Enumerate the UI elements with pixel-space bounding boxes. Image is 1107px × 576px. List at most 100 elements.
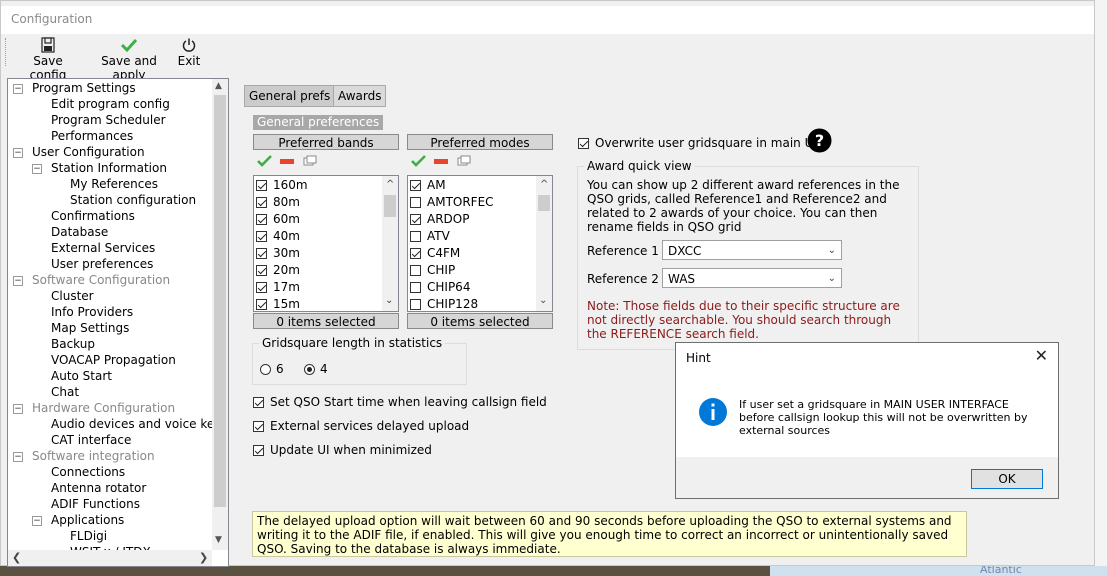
tree-item[interactable]: Chat xyxy=(51,384,79,400)
tree-item[interactable]: User preferences xyxy=(51,256,153,272)
list-item[interactable]: 80m xyxy=(256,194,300,211)
list-item[interactable]: AM xyxy=(410,177,446,194)
modes-scroll-thumb[interactable] xyxy=(538,195,550,211)
tree-item[interactable]: Performances xyxy=(51,128,133,144)
collapse-icon[interactable]: − xyxy=(13,404,23,414)
collapse-icon[interactable]: − xyxy=(32,516,42,526)
select-window-icon[interactable] xyxy=(303,155,317,167)
tree-item[interactable]: Applications xyxy=(51,512,124,528)
reference-1-select[interactable]: DXCC ⌄ xyxy=(662,240,842,260)
check-all-icon[interactable] xyxy=(410,154,428,168)
tree-item[interactable]: Info Providers xyxy=(51,304,133,320)
list-item[interactable]: 20m xyxy=(256,262,300,279)
save-and-apply-button[interactable]: Save and apply xyxy=(87,34,171,82)
tree-horizontal-scrollbar[interactable]: ❮ ❯ xyxy=(8,550,212,566)
list-item[interactable]: 40m xyxy=(256,228,300,245)
tree-item[interactable]: Cluster xyxy=(51,288,94,304)
tree-item[interactable]: Backup xyxy=(51,336,95,352)
set-qso-start-checkbox[interactable]: Set QSO Start time when leaving callsign… xyxy=(253,395,547,409)
collapse-icon[interactable]: − xyxy=(13,452,23,462)
collapse-icon[interactable]: − xyxy=(13,84,23,94)
modes-scroll-down-icon[interactable]: ⌄ xyxy=(539,295,547,306)
tab-general-prefs[interactable]: General prefs xyxy=(244,85,336,107)
scroll-left-arrow-icon[interactable]: ❮ xyxy=(12,551,21,564)
radio-4[interactable] xyxy=(304,364,315,375)
tree-item[interactable]: Database xyxy=(51,224,108,240)
tree-item[interactable]: Connections xyxy=(51,464,125,480)
list-item[interactable]: CHIP128 xyxy=(410,296,478,311)
radio-6[interactable] xyxy=(260,364,271,375)
tree-item[interactable]: Program Settings xyxy=(32,80,136,96)
tree-item[interactable]: Program Scheduler xyxy=(51,112,166,128)
gridsquare-option-4[interactable]: 4 xyxy=(304,362,328,376)
scroll-right-arrow-icon[interactable]: ❯ xyxy=(199,551,208,564)
list-item-checkbox[interactable] xyxy=(256,282,267,293)
external-delayed-upload-checkbox[interactable]: External services delayed upload xyxy=(253,419,469,433)
list-item[interactable]: 160m xyxy=(256,177,308,194)
list-item[interactable]: AMTORFEC xyxy=(410,194,494,211)
overwrite-gridsquare-checkbox[interactable]: Overwrite user gridsquare in main UI xyxy=(578,136,817,150)
tree-item[interactable]: Audio devices and voice keye xyxy=(51,416,228,432)
list-item-checkbox[interactable] xyxy=(410,299,421,310)
list-item-checkbox[interactable] xyxy=(256,248,267,259)
checkbox-box[interactable] xyxy=(253,397,264,408)
collapse-icon[interactable]: − xyxy=(13,148,23,158)
scroll-down-arrow-icon[interactable]: ▼ xyxy=(215,535,222,545)
collapse-icon[interactable]: − xyxy=(13,276,23,286)
modes-scrollbar[interactable]: ^ ⌄ xyxy=(536,176,552,311)
tree-item[interactable]: VOACAP Propagation xyxy=(51,352,176,368)
check-all-icon[interactable] xyxy=(256,154,274,168)
list-item[interactable]: 17m xyxy=(256,279,300,296)
tree-item[interactable]: Hardware Configuration xyxy=(32,400,175,416)
uncheck-all-icon[interactable] xyxy=(434,158,448,166)
list-item-checkbox[interactable] xyxy=(410,282,421,293)
tree-item[interactable]: Software Configuration xyxy=(32,272,170,288)
tree-item[interactable]: Software integration xyxy=(32,448,155,464)
list-item-checkbox[interactable] xyxy=(410,214,421,225)
collapse-icon[interactable]: − xyxy=(32,164,42,174)
reference-2-select[interactable]: WAS ⌄ xyxy=(662,268,842,288)
help-icon[interactable]: ? xyxy=(807,128,832,153)
bands-scroll-thumb[interactable] xyxy=(384,195,396,217)
tree-item[interactable]: FLDigi xyxy=(70,528,107,544)
bands-scroll-up-icon[interactable]: ^ xyxy=(386,179,394,190)
tree-item[interactable]: Map Settings xyxy=(51,320,129,336)
modes-list[interactable]: AM AMTORFEC ARDOP ATV C4FM CHIP CHIP64 CHIP128 … xyxy=(407,175,553,312)
tree-item[interactable]: Auto Start xyxy=(51,368,112,384)
tree-scroll-thumb[interactable] xyxy=(214,95,226,507)
list-item-checkbox[interactable] xyxy=(256,180,267,191)
list-item[interactable]: ARDOP xyxy=(410,211,469,228)
ok-button[interactable]: OK xyxy=(971,469,1043,489)
modes-scroll-up-icon[interactable]: ^ xyxy=(540,179,548,190)
bands-scroll-down-icon[interactable]: ⌄ xyxy=(385,295,393,306)
checkbox-box[interactable] xyxy=(578,138,589,149)
scroll-up-arrow-icon[interactable]: ▲ xyxy=(215,81,222,91)
select-window-icon[interactable] xyxy=(457,155,471,167)
tree-item[interactable]: Confirmations xyxy=(51,208,135,224)
update-ui-minimized-checkbox[interactable]: Update UI when minimized xyxy=(253,443,432,457)
list-item-checkbox[interactable] xyxy=(256,214,267,225)
tree-item[interactable]: Station Information xyxy=(51,160,167,176)
list-item-checkbox[interactable] xyxy=(256,197,267,208)
list-item-checkbox[interactable] xyxy=(256,265,267,276)
tree-item[interactable]: Antenna rotator xyxy=(51,480,146,496)
list-item-checkbox[interactable] xyxy=(410,197,421,208)
list-item[interactable]: 60m xyxy=(256,211,300,228)
list-item-checkbox[interactable] xyxy=(410,265,421,276)
tree-item[interactable]: Edit program config xyxy=(51,96,170,112)
list-item-checkbox[interactable] xyxy=(410,231,421,242)
close-icon[interactable]: ✕ xyxy=(1035,346,1048,365)
list-item[interactable]: 15m xyxy=(256,296,300,311)
list-item-checkbox[interactable] xyxy=(256,299,267,310)
tree-item[interactable]: Station configuration xyxy=(70,192,196,208)
tree-item[interactable]: My References xyxy=(70,176,158,192)
list-item-checkbox[interactable] xyxy=(410,180,421,191)
bands-scrollbar[interactable]: ^ ⌄ xyxy=(382,176,398,311)
list-item[interactable]: CHIP64 xyxy=(410,279,470,296)
list-item[interactable]: ATV xyxy=(410,228,450,245)
tree-item[interactable]: External Services xyxy=(51,240,155,256)
uncheck-all-icon[interactable] xyxy=(280,158,294,166)
list-item[interactable]: 30m xyxy=(256,245,300,262)
toolbar-grip[interactable] xyxy=(5,38,8,66)
list-item[interactable]: CHIP xyxy=(410,262,455,279)
